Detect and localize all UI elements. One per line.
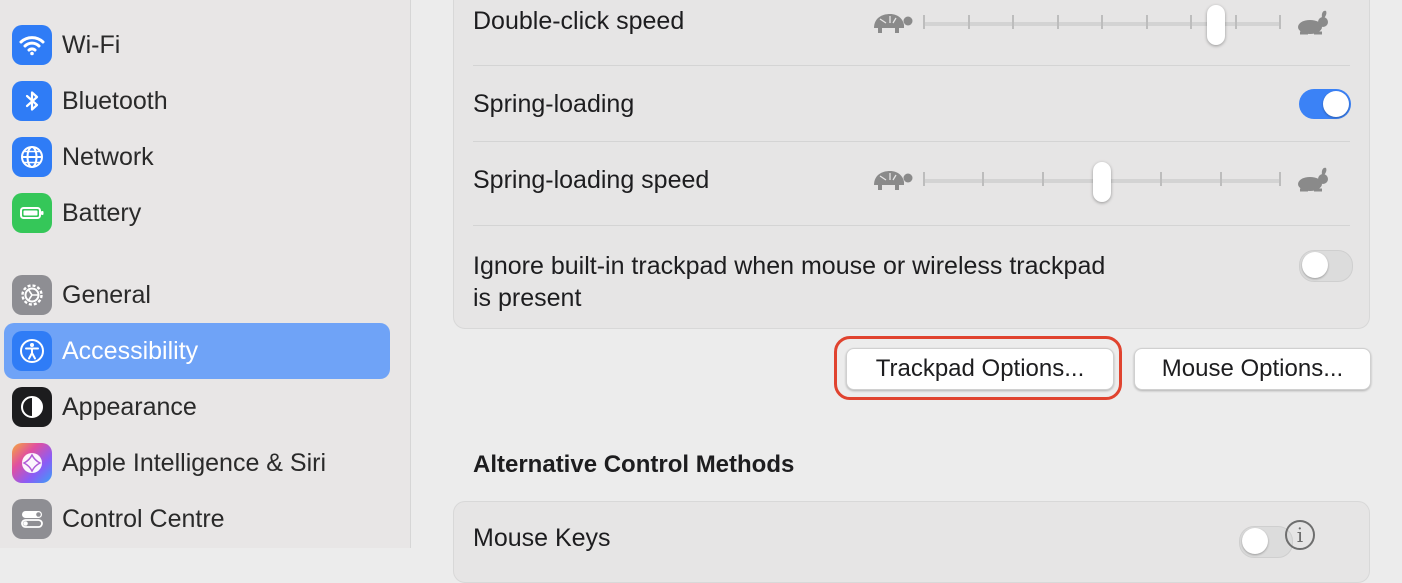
appearance-icon [12, 387, 52, 427]
sidebar-item-label: Network [62, 142, 154, 171]
tortoise-icon [870, 9, 914, 40]
pointer-control-card: Double-click speed Spring-loading Spring… [453, 0, 1370, 329]
slider-tick [1012, 15, 1014, 29]
sidebar-item-label: Battery [62, 198, 142, 227]
slider-tick [1160, 172, 1163, 186]
slider-tick [982, 172, 985, 186]
slider-tick [967, 15, 970, 29]
divider [473, 141, 1350, 142]
sidebar-item-wifi[interactable]: Wi-Fi [4, 17, 390, 73]
slider-tick [1056, 15, 1059, 29]
slider-tick [1101, 15, 1103, 29]
sidebar-item-siri[interactable]: Apple Intelligence & Siri [4, 435, 390, 491]
alt-control-card: Mouse Keys [453, 501, 1370, 583]
control-centre-icon [12, 499, 52, 539]
sidebar-item-network[interactable]: Network [4, 129, 390, 185]
divider [473, 225, 1350, 226]
sidebar-item-control-centre[interactable]: Control Centre [4, 491, 390, 547]
sidebar-item-accessibility[interactable]: Accessibility [4, 323, 390, 379]
mouse-keys-label: Mouse Keys [473, 524, 611, 552]
sidebar-item-label: Apple Intelligence & Siri [62, 448, 327, 477]
sidebar-item-label: Accessibility [62, 336, 199, 365]
ignore-trackpad-label: Ignore built-in trackpad when mouse or w… [473, 250, 1105, 314]
spring-loading-toggle[interactable] [1299, 89, 1351, 119]
hare-icon [1292, 166, 1332, 199]
ignore-trackpad-label-line1: Ignore built-in trackpad when mouse or w… [473, 252, 1106, 280]
slider-tick [923, 15, 925, 29]
slider-tick [1279, 15, 1281, 29]
trackpad-options-button[interactable]: Trackpad Options... [846, 348, 1114, 390]
slider-knob[interactable] [1093, 162, 1111, 202]
siri-icon [12, 443, 52, 483]
slider-tick [1234, 15, 1237, 29]
tortoise-icon [870, 166, 914, 197]
section-title: Alternative Control Methods [473, 451, 795, 478]
sidebar-item-bluetooth[interactable]: Bluetooth [4, 73, 390, 129]
ignore-trackpad-toggle[interactable] [1299, 250, 1353, 282]
sidebar-item-label: Wi-Fi [62, 30, 121, 59]
spring-loading-speed-label: Spring-loading speed [473, 166, 710, 194]
sidebar-item-label: Control Centre [62, 504, 225, 533]
battery-icon [12, 193, 52, 233]
slider-tick [1190, 15, 1192, 29]
toggle-knob [1242, 528, 1268, 554]
sidebar-item-battery[interactable]: Battery [4, 185, 390, 241]
slider-tick [1145, 15, 1148, 29]
ignore-trackpad-label-line2: is present [473, 284, 582, 312]
toggle-knob [1302, 252, 1328, 278]
sidebar: Wi-Fi Bluetooth Network Battery General … [0, 0, 411, 548]
main-content: Double-click speed Spring-loading Spring… [411, 0, 1402, 583]
globe-icon [12, 137, 52, 177]
toggle-knob [1323, 91, 1349, 117]
spring-loading-label: Spring-loading [473, 90, 635, 118]
sidebar-item-general[interactable]: General [4, 267, 390, 323]
slider-tick [1279, 172, 1281, 186]
sidebar-item-appearance[interactable]: Appearance [4, 379, 390, 435]
mouse-options-button[interactable]: Mouse Options... [1134, 348, 1371, 390]
bluetooth-icon [12, 81, 52, 121]
accessibility-icon [12, 331, 52, 371]
double-click-speed-slider[interactable] [870, 5, 1332, 45]
info-button[interactable]: i [1285, 520, 1315, 550]
hare-icon [1292, 9, 1332, 42]
gear-icon [12, 275, 52, 315]
sidebar-item-label: General [62, 280, 151, 309]
spring-loading-speed-slider[interactable] [870, 162, 1332, 202]
wifi-icon [12, 25, 52, 65]
slider-knob[interactable] [1206, 5, 1225, 45]
sidebar-item-label: Appearance [62, 392, 197, 421]
divider [473, 65, 1350, 66]
slider-tick [1041, 172, 1044, 186]
sidebar-item-label: Bluetooth [62, 86, 168, 115]
double-click-speed-label: Double-click speed [473, 7, 685, 35]
slider-tick [1219, 172, 1222, 186]
slider-tick [923, 172, 925, 186]
